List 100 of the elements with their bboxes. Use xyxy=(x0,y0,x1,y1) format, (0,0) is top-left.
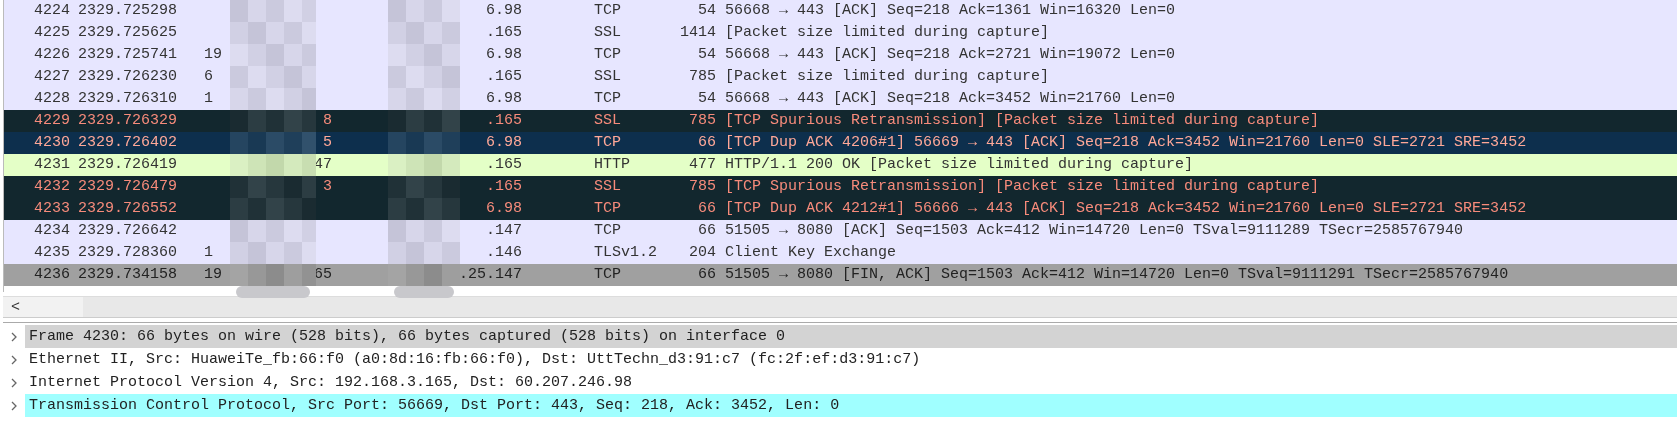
packet-number: 4233 xyxy=(33,199,70,219)
source-address: 6 xyxy=(204,67,213,87)
packet-time: 2329.726230 xyxy=(77,67,179,87)
packet-time: 2329.726419 xyxy=(77,155,179,175)
destination-address: 6.98 xyxy=(486,2,522,19)
packet-length: 54 xyxy=(697,45,716,65)
destination-address: 6.98 xyxy=(486,200,522,217)
packet-length: 477 xyxy=(688,155,716,175)
packet-time: 2329.726642 xyxy=(77,221,179,241)
protocol-text: SSL xyxy=(594,112,621,129)
packet-row[interactable]: 4232 2329.726479 3 .165 SSL 785 [TCP Spurious Retransmission] [Packet size limited during capture] xyxy=(4,176,1677,198)
protocol-text: TCP xyxy=(594,222,621,239)
source-address: 5 xyxy=(323,133,332,153)
packet-number: 4236 xyxy=(33,265,70,285)
packet-row[interactable]: 4225 2329.725625 .165 SSL 1414 [Packet size limited during capture] xyxy=(4,22,1677,44)
source-address: 19 xyxy=(204,45,222,65)
packet-time: 2329.725298 xyxy=(77,1,179,21)
packet-number: 4234 xyxy=(33,221,70,241)
packet-number: 4227 xyxy=(33,67,70,87)
protocol-text: SSL xyxy=(594,178,621,195)
packet-row[interactable]: 4226 2329.725741 19 6.98 TCP 54 56668 → 443 [ACK] Seq=218 Ack=2721 Win=19072 Len=0 xyxy=(4,44,1677,66)
packet-row[interactable]: 4227 2329.726230 6 .165 SSL 785 [Packet size limited during capture] xyxy=(4,66,1677,88)
packet-number: 4235 xyxy=(33,243,70,263)
destination-address: .165 xyxy=(486,178,522,195)
packet-info: 51505 → 8080 [FIN, ACK] Seq=1503 Ack=412 Win=14720 Len=0 TSval=9111291 TSecr=2585767940 xyxy=(724,265,1509,285)
protocol-text: TCP xyxy=(594,266,621,283)
packet-row[interactable]: 4235 2329.728360 1 .146 TLSv1.2 204 Client Key Exchange xyxy=(4,242,1677,264)
packet-time: 2329.725625 xyxy=(77,23,179,43)
source-address: 8 xyxy=(323,111,332,131)
destination-address: 6.98 xyxy=(486,134,522,151)
source-address: 19 xyxy=(204,265,222,285)
packet-number: 4228 xyxy=(33,89,70,109)
source-address: 1 xyxy=(204,243,213,263)
protocol-text: SSL xyxy=(594,24,621,41)
packet-info: [TCP Dup ACK 4206#1] 56669 → 443 [ACK] Seq=218 Ack=3452 Win=21760 Len=0 SLE=2721 SRE=3452 xyxy=(724,133,1527,153)
protocol-text: TCP xyxy=(594,46,621,63)
packet-row[interactable]: 4234 2329.726642 .147 TCP 66 51505 → 8080 [ACK] Seq=1503 Ack=412 Win=14720 Len=0 TSval=9111289 TSecr=2585767940 xyxy=(4,220,1677,242)
protocol-text: SSL xyxy=(594,68,621,85)
source-address: 47 xyxy=(314,155,332,175)
destination-address: .25.147 xyxy=(459,266,522,283)
chevron-right-icon[interactable] xyxy=(10,400,18,411)
packet-time: 2329.725741 xyxy=(77,45,179,65)
source-address: 1 xyxy=(204,89,213,109)
packet-info: 56668 → 443 [ACK] Seq=218 Ack=2721 Win=19072 Len=0 xyxy=(724,45,1176,65)
packet-time: 2329.728360 xyxy=(77,243,179,263)
protocol-text: HTTP xyxy=(594,156,630,173)
protocol-text: TCP xyxy=(594,90,621,107)
protocol-text: TCP xyxy=(594,134,621,151)
packet-row[interactable]: 4231 2329.726419 47 .165 HTTP 477 HTTP/1.1 200 OK [Packet size limited during capture] xyxy=(4,154,1677,176)
packet-number: 4229 xyxy=(33,111,70,131)
packet-row[interactable]: 4224 2329.725298 6.98 TCP 54 56668 → 443 [ACK] Seq=218 Ack=1361 Win=16320 Len=0 xyxy=(4,0,1677,22)
packet-length: 66 xyxy=(697,221,716,241)
packet-length: 785 xyxy=(688,67,716,87)
packet-row[interactable]: 4228 2329.726310 1 6.98 TCP 54 56668 → 443 [ACK] Seq=218 Ack=3452 Win=21760 Len=0 xyxy=(4,88,1677,110)
packet-info: Client Key Exchange xyxy=(724,243,897,263)
packet-time: 2329.726329 xyxy=(77,111,179,131)
packet-length: 204 xyxy=(688,243,716,263)
packet-row[interactable]: 4230 2329.726402 5 6.98 TCP 66 [TCP Dup ACK 4206#1] 56669 → 443 [ACK] Seq=218 Ack=3452 Win=21760 Len=0 SLE=2721 SRE=3452 xyxy=(4,132,1677,154)
packet-info: 51505 → 8080 [ACK] Seq=1503 Ack=412 Win=14720 Len=0 TSval=9111289 TSecr=2585767940 xyxy=(724,221,1464,241)
scroll-left-button[interactable]: < xyxy=(3,297,83,317)
packet-number: 4231 xyxy=(33,155,70,175)
protocol-text: TCP xyxy=(594,200,621,217)
source-address: 3 xyxy=(323,177,332,197)
packet-info: [Packet size limited during capture] xyxy=(724,67,1050,87)
packet-length: 785 xyxy=(688,177,716,197)
destination-address: 6.98 xyxy=(486,46,522,63)
destination-address: .165 xyxy=(486,68,522,85)
packet-length: 1414 xyxy=(679,23,716,43)
packet-length: 66 xyxy=(697,265,716,285)
protocol-text: TLSv1.2 xyxy=(594,244,657,261)
destination-address: .146 xyxy=(486,244,522,261)
packet-time: 2329.726402 xyxy=(77,133,179,153)
packet-info: [Packet size limited during capture] xyxy=(724,23,1050,43)
destination-address: .165 xyxy=(486,112,522,129)
packet-time: 2329.726552 xyxy=(77,199,179,219)
packet-info: HTTP/1.1 200 OK [Packet size limited during capture] xyxy=(724,155,1194,175)
packet-info: [TCP Dup ACK 4212#1] 56666 → 443 [ACK] Seq=218 Ack=3452 Win=21760 Len=0 SLE=2721 SRE=3452 xyxy=(724,199,1527,219)
destination-address: 6.98 xyxy=(486,90,522,107)
packet-row[interactable]: 4229 2329.726329 8 .165 SSL 785 [TCP Spurious Retransmission] [Packet size limited during capture] xyxy=(4,110,1677,132)
packet-number: 4232 xyxy=(33,177,70,197)
chevron-right-icon[interactable] xyxy=(10,354,18,365)
chevron-right-icon[interactable] xyxy=(10,377,18,388)
packet-number: 4224 xyxy=(33,1,70,21)
destination-address: .147 xyxy=(486,222,522,239)
destination-address: .165 xyxy=(486,156,522,173)
packet-info: [TCP Spurious Retransmission] [Packet size limited during capture] xyxy=(724,111,1320,131)
packet-length: 54 xyxy=(697,1,716,21)
packet-length: 66 xyxy=(697,133,716,153)
chevron-right-icon[interactable] xyxy=(10,331,18,342)
packet-info: 56668 → 443 [ACK] Seq=218 Ack=1361 Win=16320 Len=0 xyxy=(724,1,1176,21)
packet-info: [TCP Spurious Retransmission] [Packet size limited during capture] xyxy=(724,177,1320,197)
packet-row[interactable]: 4233 2329.726552 6.98 TCP 66 [TCP Dup ACK 4212#1] 56666 → 443 [ACK] Seq=218 Ack=3452 Win=21760 Len=0 SLE=2721 SRE=3452 xyxy=(4,198,1677,220)
packet-number: 4230 xyxy=(33,133,70,153)
packet-time: 2329.726310 xyxy=(77,89,179,109)
packet-info: 56668 → 443 [ACK] Seq=218 Ack=3452 Win=21760 Len=0 xyxy=(724,89,1176,109)
packet-time: 2329.734158 xyxy=(77,265,179,285)
packet-number: 4225 xyxy=(33,23,70,43)
protocol-text: TCP xyxy=(594,2,621,19)
packet-time: 2329.726479 xyxy=(77,177,179,197)
packet-length: 785 xyxy=(688,111,716,131)
